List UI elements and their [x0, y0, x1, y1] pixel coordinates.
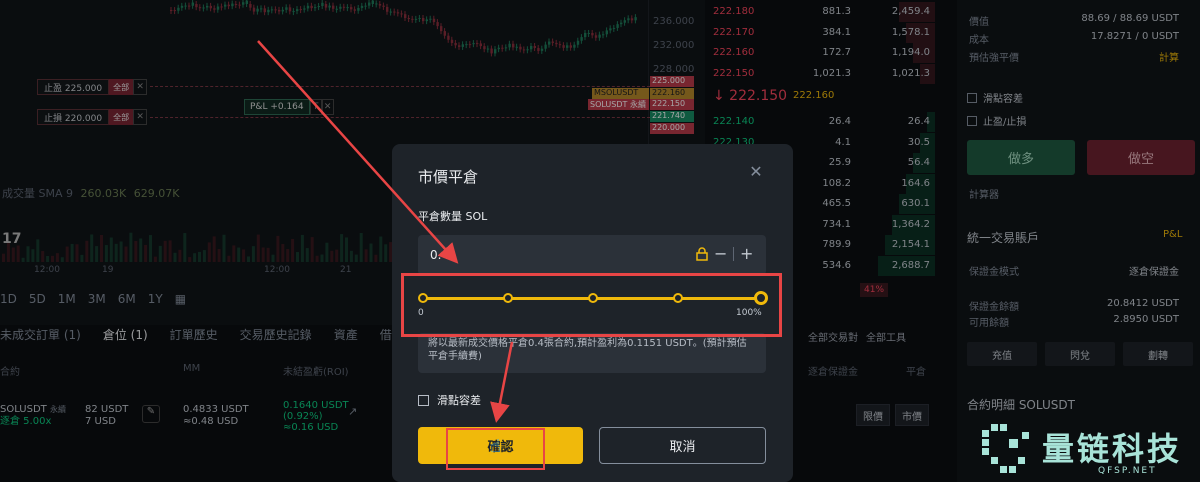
watermark-text: 量链科技 [1042, 430, 1183, 468]
watermark-url: QFSP.NET [1098, 466, 1157, 476]
arrow-to-confirm [490, 341, 514, 423]
annotation-arrows [257, 40, 514, 423]
pointer-hand-icon: ☝ [490, 436, 501, 457]
trading-app: 236.000 232.000 228.000 225.000 MSOLUSDT… [0, 0, 1200, 482]
watermark-logo: 量链科技 QFSP.NET [978, 420, 1200, 482]
arrow-to-qty [257, 40, 459, 264]
watermark-icon [982, 424, 1029, 473]
